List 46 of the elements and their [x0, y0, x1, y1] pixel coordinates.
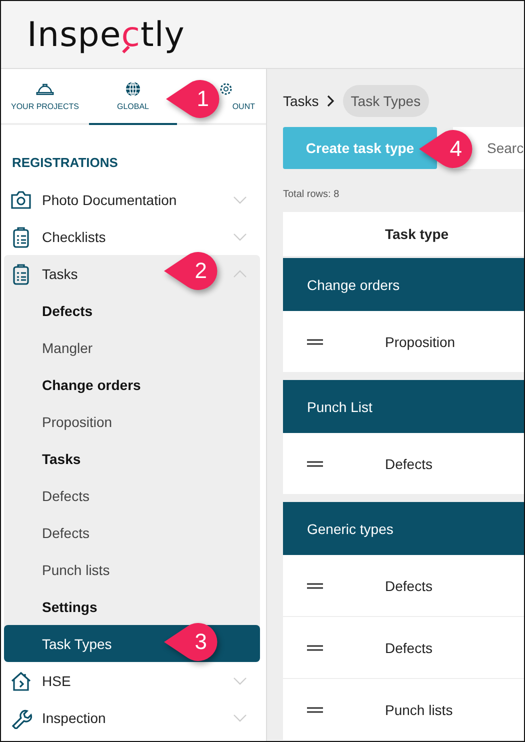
- group-header: Change orders: [283, 258, 524, 311]
- table-row[interactable]: Proposition: [283, 311, 524, 372]
- sidebar-item[interactable]: Photo Documentation: [42, 192, 177, 208]
- app-logo[interactable]: Inspectly: [27, 14, 185, 54]
- clipboard-icon: [10, 262, 32, 284]
- hard-hat-icon: [36, 81, 54, 97]
- section-heading: REGISTRATIONS: [11, 154, 119, 172]
- submenu-heading: Change orders: [41, 376, 142, 395]
- table-row[interactable]: Defects: [283, 555, 524, 616]
- drag-handle-icon[interactable]: [307, 644, 323, 650]
- drag-handle-icon[interactable]: [307, 338, 323, 344]
- total-rows-count: Total rows: 8: [283, 189, 340, 200]
- group-header: Generic types: [283, 502, 524, 555]
- submenu-item[interactable]: Proposition: [4, 403, 260, 440]
- breadcrumb-link[interactable]: Tasks: [283, 93, 319, 109]
- house-icon: [10, 670, 32, 692]
- drag-handle-icon[interactable]: [307, 706, 323, 712]
- sidebar-item[interactable]: HSE: [42, 672, 71, 688]
- submenu-item[interactable]: Defects: [4, 514, 260, 551]
- submenu-item[interactable]: Punch lists: [4, 551, 260, 588]
- table-row[interactable]: Punch lists: [283, 678, 524, 740]
- submenu-heading: Settings: [41, 598, 98, 617]
- table-cell: Punch lists: [385, 702, 453, 718]
- table-cell: Proposition: [385, 334, 456, 350]
- sidebar-item[interactable]: Checklists: [42, 228, 106, 244]
- camera-icon: [10, 188, 32, 210]
- chevron-right-icon: [326, 95, 335, 107]
- sidebar-item[interactable]: Tasks: [42, 266, 78, 282]
- sidebar-item[interactable]: Inspection: [42, 710, 106, 726]
- globe-icon: [124, 81, 142, 97]
- drag-handle-icon[interactable]: [307, 582, 323, 588]
- table-cell: Defects: [385, 456, 432, 472]
- table-cell: Defects: [385, 578, 432, 594]
- clipboard-icon: [10, 226, 32, 248]
- table-row[interactable]: Defects: [283, 433, 524, 494]
- submenu-heading: Defects: [41, 302, 94, 320]
- column-header: Task type: [385, 226, 449, 242]
- table-cell: Defects: [385, 640, 432, 656]
- table-row[interactable]: Defects: [283, 616, 524, 678]
- nav-tab[interactable]: YOUR PROJECTS: [1, 69, 89, 125]
- drag-handle-icon[interactable]: [307, 460, 323, 466]
- submenu-heading: Tasks: [41, 450, 82, 468]
- breadcrumb-link[interactable]: Task Types: [342, 85, 429, 117]
- submenu-item[interactable]: Mangler: [4, 329, 260, 366]
- submenu-item[interactable]: Defects: [4, 477, 260, 514]
- group-header: Punch List: [283, 380, 524, 433]
